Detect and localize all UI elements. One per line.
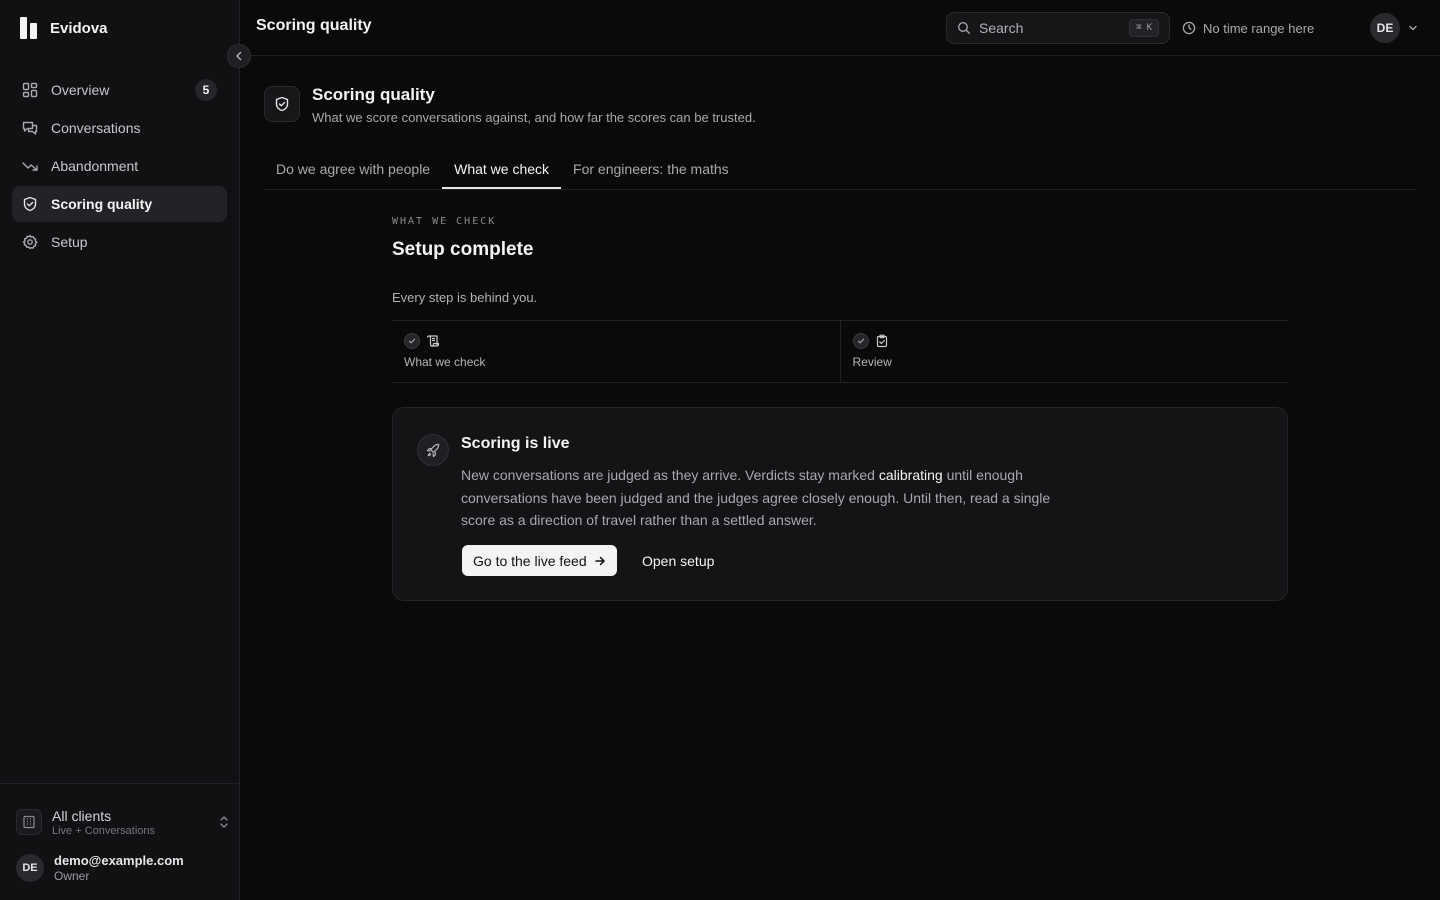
scroll-icon bbox=[426, 334, 440, 348]
live-card-body-start: New conversations are judged as they arr… bbox=[461, 467, 879, 483]
chat-icon bbox=[22, 120, 38, 136]
open-setup-button[interactable]: Open setup bbox=[632, 545, 724, 576]
step-label: Review bbox=[852, 355, 892, 369]
account-menu-button[interactable]: DE bbox=[1370, 13, 1418, 43]
chevron-down-icon bbox=[1408, 23, 1418, 33]
collapse-sidebar-button[interactable] bbox=[227, 44, 251, 68]
shield-check-icon bbox=[264, 86, 300, 122]
client-subtitle: Live + Conversations bbox=[52, 824, 156, 837]
search-shortcut: ⌘ K bbox=[1129, 19, 1159, 37]
time-range-label: No time range here bbox=[1203, 20, 1315, 36]
chevron-up-down-icon bbox=[218, 815, 230, 829]
client-title: All clients bbox=[52, 807, 112, 824]
overview-count-badge: 5 bbox=[195, 79, 217, 101]
sidebar-nav: Overview 5 Conversations Abandonment Sco… bbox=[12, 72, 227, 262]
live-card-title: Scoring is live bbox=[461, 435, 570, 452]
tab-agreement[interactable]: Do we agree with people bbox=[264, 150, 442, 188]
sidebar-item-label: Conversations bbox=[51, 120, 141, 136]
sidebar-item-overview[interactable]: Overview 5 bbox=[12, 72, 227, 108]
topbar: Scoring quality Search ⌘ K No time range… bbox=[240, 0, 1440, 56]
user-menu[interactable]: DE demo@example.com Owner bbox=[16, 850, 230, 886]
search-icon bbox=[957, 21, 971, 35]
check-icon bbox=[852, 333, 869, 349]
user-email: demo@example.com bbox=[54, 853, 184, 868]
setup-steps: What we check Review bbox=[392, 320, 1288, 383]
brand-name: Evidova bbox=[50, 19, 108, 37]
avatar: DE bbox=[1370, 13, 1400, 43]
brand-logo-icon bbox=[20, 17, 38, 39]
user-role: Owner bbox=[54, 869, 90, 883]
sidebar-item-setup[interactable]: Setup bbox=[12, 224, 227, 260]
shield-check-icon bbox=[22, 196, 38, 212]
calibrating-term: calibrating bbox=[878, 467, 943, 483]
grid-icon bbox=[22, 82, 38, 98]
section-eyebrow: WHAT WE CHECK bbox=[392, 216, 497, 227]
arrow-right-icon bbox=[594, 555, 606, 567]
avatar: DE bbox=[16, 854, 44, 882]
trend-down-icon bbox=[22, 158, 38, 174]
check-icon bbox=[404, 333, 420, 349]
step-review[interactable]: Review bbox=[839, 321, 1289, 382]
tab-bar: Do we agree with people What we check Fo… bbox=[264, 152, 1416, 190]
sidebar-item-label: Scoring quality bbox=[51, 196, 153, 212]
sidebar: Evidova Overview 5 Conversations Abandon… bbox=[0, 0, 240, 900]
scoring-live-card: Scoring is live New conversations are ju… bbox=[392, 407, 1288, 601]
sidebar-item-label: Abandonment bbox=[51, 158, 139, 174]
gear-icon bbox=[22, 234, 38, 250]
shortcut-modifier: ⌘ bbox=[1136, 23, 1142, 33]
go-to-live-feed-button[interactable]: Go to the live feed bbox=[462, 545, 617, 576]
shortcut-key: K bbox=[1146, 23, 1152, 33]
brand[interactable]: Evidova bbox=[20, 16, 108, 40]
sidebar-item-scoring-quality[interactable]: Scoring quality bbox=[12, 186, 227, 222]
chevron-left-icon bbox=[234, 51, 244, 61]
sidebar-item-label: Setup bbox=[51, 234, 88, 250]
building-icon bbox=[16, 809, 42, 835]
search-placeholder: Search bbox=[979, 20, 1024, 36]
time-range-indicator: No time range here bbox=[1182, 18, 1314, 38]
step-what-we-check[interactable]: What we check bbox=[392, 321, 840, 382]
sidebar-item-conversations[interactable]: Conversations bbox=[12, 110, 227, 146]
sidebar-footer: All clients Live + Conversations DE demo… bbox=[0, 783, 239, 900]
page-title: Scoring quality bbox=[312, 85, 435, 104]
section-description: Every step is behind you. bbox=[392, 290, 538, 305]
page-header: Scoring quality What we score conversati… bbox=[264, 84, 756, 125]
sidebar-item-label: Overview bbox=[51, 82, 110, 98]
clock-icon bbox=[1182, 21, 1196, 35]
tab-engineers-maths[interactable]: For engineers: the maths bbox=[561, 150, 741, 188]
sidebar-item-abandonment[interactable]: Abandonment bbox=[12, 148, 227, 184]
client-switcher[interactable]: All clients Live + Conversations bbox=[16, 804, 230, 840]
search-input[interactable]: Search ⌘ K bbox=[946, 12, 1170, 44]
page-subtitle: What we score conversations against, and… bbox=[312, 110, 756, 125]
live-card-body: New conversations are judged as they arr… bbox=[461, 464, 1051, 532]
button-label: Go to the live feed bbox=[473, 552, 587, 569]
section-title: Setup complete bbox=[392, 239, 534, 260]
clipboard-check-icon bbox=[875, 334, 889, 348]
rocket-icon bbox=[417, 434, 449, 466]
tab-what-we-check[interactable]: What we check bbox=[442, 150, 561, 189]
step-label: What we check bbox=[404, 355, 486, 369]
topbar-title: Scoring quality bbox=[256, 17, 372, 34]
